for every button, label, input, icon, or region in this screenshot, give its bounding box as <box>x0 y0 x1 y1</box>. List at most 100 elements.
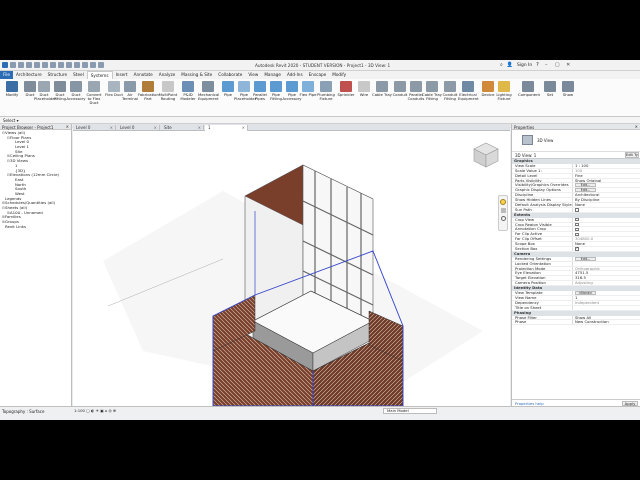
duct-accessory-button[interactable]: Duct Accessory <box>66 81 86 101</box>
tab-architecture[interactable]: Architecture <box>13 71 45 79</box>
property-value[interactable]: New Construction <box>572 320 640 325</box>
property-edit-button[interactable]: Edit... <box>575 188 596 193</box>
tab-manage[interactable]: Manage <box>261 71 284 79</box>
help-icon[interactable]: ? <box>536 62 539 68</box>
select-menu[interactable]: Select ▾ <box>3 118 19 123</box>
property-value[interactable]: 316.5 <box>572 276 640 281</box>
section-icon[interactable] <box>74 62 80 68</box>
text-icon[interactable] <box>58 62 64 68</box>
close-views-icon[interactable] <box>90 62 96 68</box>
tab-enscape[interactable]: Enscape <box>306 71 330 79</box>
app-menu-icon[interactable] <box>2 62 8 68</box>
lighting-fixture-button[interactable]: Lighting Fixture <box>494 81 514 101</box>
property-value[interactable]: Architectural <box>572 193 640 198</box>
property-value[interactable]: Adjusting <box>572 281 640 286</box>
tab-modify[interactable]: Modify <box>329 71 349 79</box>
undo-icon[interactable] <box>26 62 32 68</box>
property-value[interactable]: Show Original <box>572 178 640 183</box>
property-value[interactable] <box>572 227 640 232</box>
tab-massing-site[interactable]: Massing & Site <box>178 71 215 79</box>
property-checkbox[interactable] <box>575 232 579 237</box>
property-value[interactable]: Edit... <box>572 188 640 193</box>
property-value[interactable]: Edit... <box>572 183 640 188</box>
user-icon[interactable]: 👤 <box>507 62 513 68</box>
sprinkler-button[interactable]: Sprinkler <box>336 81 356 97</box>
close-icon[interactable]: × <box>154 125 157 130</box>
property-value[interactable] <box>572 261 640 266</box>
property-edit-button[interactable]: Edit... <box>575 256 596 261</box>
property-checkbox[interactable] <box>575 227 579 232</box>
property-value[interactable]: Orthographic <box>572 266 640 271</box>
sign-in-link[interactable]: Sign In <box>517 63 532 68</box>
model-3d-svg[interactable] <box>73 131 510 406</box>
tab-steel[interactable]: Steel <box>70 71 87 79</box>
property-checkbox[interactable] <box>575 217 579 222</box>
flex-pipe-button[interactable]: Flex Pipe <box>298 81 318 97</box>
property-value[interactable]: None <box>572 242 640 247</box>
tab-systems[interactable]: Systems <box>86 71 113 79</box>
redo-icon[interactable] <box>34 62 40 68</box>
property-value[interactable]: 100 <box>572 168 640 173</box>
open-icon[interactable] <box>10 62 16 68</box>
close-button[interactable]: ✕ <box>565 62 572 68</box>
view-control-bar[interactable]: 1:100 ▢ ◐ ☀ ▣ ⌂ ◎ ⊕ <box>74 408 116 413</box>
close-icon[interactable]: × <box>198 125 201 130</box>
3d-view-icon[interactable] <box>66 62 72 68</box>
property-value[interactable]: By Discipline <box>572 198 640 203</box>
tab-collaborate[interactable]: Collaborate <box>215 71 245 79</box>
type-selector[interactable]: 3D View <box>512 130 640 152</box>
steering-wheel-icon[interactable] <box>500 199 506 205</box>
tab-insert[interactable]: Insert <box>113 71 131 79</box>
tab-file[interactable]: File <box>0 71 14 79</box>
tab-structure[interactable]: Structure <box>45 71 70 79</box>
tab-annotate[interactable]: Annotate <box>131 71 156 79</box>
property-value[interactable]: 1 : 100 <box>572 163 640 168</box>
mechanical-equipment-button[interactable]: Mechanical Equipment <box>198 81 219 101</box>
property-value[interactable]: Edit... <box>572 256 640 261</box>
multipoint-routing-button[interactable]: MultiPoint Routing <box>158 81 178 101</box>
property-value[interactable]: 4751.5 <box>572 271 640 276</box>
wire-button[interactable]: Wire <box>354 81 374 97</box>
property-value[interactable] <box>572 232 640 237</box>
switch-windows-icon[interactable] <box>98 62 104 68</box>
thin-lines-icon[interactable] <box>82 62 88 68</box>
maximize-button[interactable]: ▢ <box>554 62 561 68</box>
fabrication-part-button[interactable]: Fabrication Part <box>138 81 159 101</box>
component-button[interactable]: Component <box>518 81 540 97</box>
property-value[interactable] <box>572 207 640 212</box>
property-checkbox[interactable] <box>575 222 579 227</box>
search-icon[interactable]: ⌕ <box>500 62 503 68</box>
minimize-button[interactable]: – <box>543 62 550 68</box>
property-value[interactable]: 304800.0 <box>572 237 640 242</box>
cable-tray-fitting-button[interactable]: Cable Tray Fitting <box>422 81 442 101</box>
show-button[interactable]: Show <box>558 81 578 97</box>
edit-type-button[interactable]: Edit Type <box>625 152 639 158</box>
property-value[interactable] <box>572 305 640 310</box>
cable-tray-button[interactable]: Cable Tray <box>372 81 392 97</box>
conduit-fitting-button[interactable]: Conduit Fitting <box>440 81 460 101</box>
property-value[interactable] <box>572 222 640 227</box>
save-icon[interactable] <box>18 62 24 68</box>
property-value[interactable]: 1 <box>572 295 640 300</box>
measure-icon[interactable] <box>50 62 56 68</box>
plumbing-fixture-button[interactable]: Plumbing Fixture <box>316 81 336 101</box>
print-icon[interactable] <box>42 62 48 68</box>
property-value[interactable] <box>572 217 640 222</box>
property-edit-button[interactable]: Edit... <box>575 183 596 188</box>
close-icon[interactable]: × <box>635 124 638 129</box>
navigation-bar[interactable] <box>498 195 508 231</box>
active-model-field[interactable]: Main Model <box>383 408 437 414</box>
electrical-equipment-button[interactable]: Electrical Equipment <box>458 81 479 101</box>
tab-view[interactable]: View <box>245 71 261 79</box>
property-value[interactable]: Independent <box>572 300 640 305</box>
property-checkbox[interactable] <box>575 208 579 212</box>
property-value[interactable]: Show All <box>572 315 640 320</box>
close-icon[interactable]: × <box>110 125 113 130</box>
instance-selector[interactable]: 3D View: 1 <box>515 153 536 158</box>
property-edit-button[interactable]: <None> <box>575 291 596 295</box>
3d-viewport[interactable] <box>73 131 510 406</box>
p-id-modeler-button[interactable]: P&ID Modeler <box>178 81 198 101</box>
view-cube[interactable] <box>470 137 502 171</box>
modify-button[interactable]: Modify <box>2 81 22 97</box>
air-terminal-button[interactable]: Air Terminal <box>120 81 140 101</box>
